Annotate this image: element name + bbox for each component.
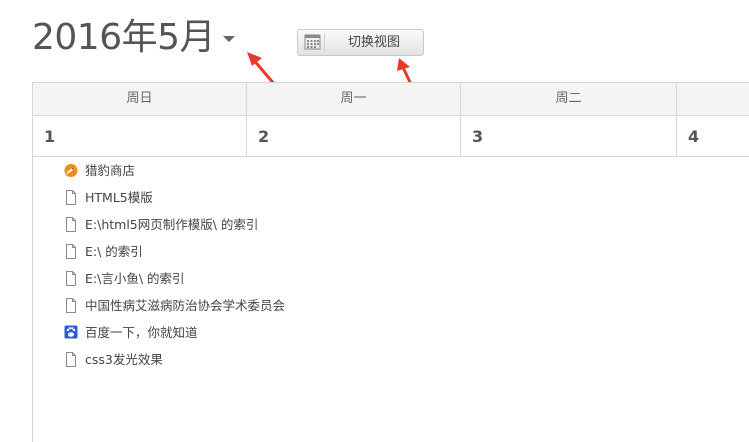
- bookmark-item[interactable]: 中国性病艾滋病防治协会学术委员会: [64, 297, 285, 324]
- page-icon: [64, 351, 78, 368]
- bookmark-label: 中国性病艾滋病防治协会学术委员会: [85, 298, 286, 313]
- calendar-grid-icon: [302, 33, 325, 52]
- weekday-tuesday: 周二: [460, 83, 676, 115]
- bookmark-label: 猎豹商店: [85, 163, 136, 178]
- bookmark-item[interactable]: css3发光效果: [64, 351, 285, 378]
- switch-view-button[interactable]: 切换视图: [297, 29, 424, 56]
- bookmark-label: E:\ 的索引: [85, 244, 143, 259]
- baidu-paw-icon: [64, 324, 78, 341]
- bookmark-item[interactable]: E:\言小鱼\ 的索引: [64, 270, 285, 297]
- cheetah-store-icon: [64, 162, 78, 179]
- page-icon: [64, 270, 78, 287]
- weekday-wednesday: [676, 83, 749, 115]
- month-dropdown-caret-icon[interactable]: [223, 36, 235, 42]
- bookmark-item[interactable]: 百度一下，你就知道: [64, 324, 285, 351]
- date-cell-2[interactable]: 2: [246, 116, 460, 156]
- month-title: 2016年5月: [32, 17, 216, 58]
- weekday-sunday: 周日: [32, 83, 246, 115]
- date-cell-1[interactable]: 1: [32, 116, 246, 156]
- date-row: 1 2 3 4: [32, 116, 749, 157]
- bookmark-item[interactable]: HTML5模版: [64, 189, 285, 216]
- weekday-monday: 周一: [246, 83, 460, 115]
- page-icon: [64, 243, 78, 260]
- page-icon: [64, 297, 78, 314]
- calendar-body-border: [32, 157, 33, 442]
- page-icon: [64, 189, 78, 206]
- bookmark-label: E:\html5网页制作模版\ 的索引: [85, 217, 259, 232]
- bookmark-item[interactable]: 猎豹商店: [64, 162, 285, 189]
- bookmark-label: HTML5模版: [85, 190, 153, 205]
- bookmark-item[interactable]: E:\html5网页制作模版\ 的索引: [64, 216, 285, 243]
- bookmark-list: 猎豹商店 HTML5模版 E:\html5网页制作模版\ 的索引 E:\ 的索引…: [64, 162, 285, 378]
- date-cell-3[interactable]: 3: [460, 116, 676, 156]
- weekday-header-row: 周日 周一 周二: [32, 82, 749, 116]
- bookmark-label: css3发光效果: [85, 352, 163, 367]
- bookmark-label: 百度一下，你就知道: [85, 325, 198, 340]
- bookmark-item[interactable]: E:\ 的索引: [64, 243, 285, 270]
- page-icon: [64, 216, 78, 233]
- bookmark-label: E:\言小鱼\ 的索引: [85, 271, 185, 286]
- date-cell-4[interactable]: 4: [676, 116, 749, 156]
- switch-view-label: 切换视图: [347, 35, 400, 50]
